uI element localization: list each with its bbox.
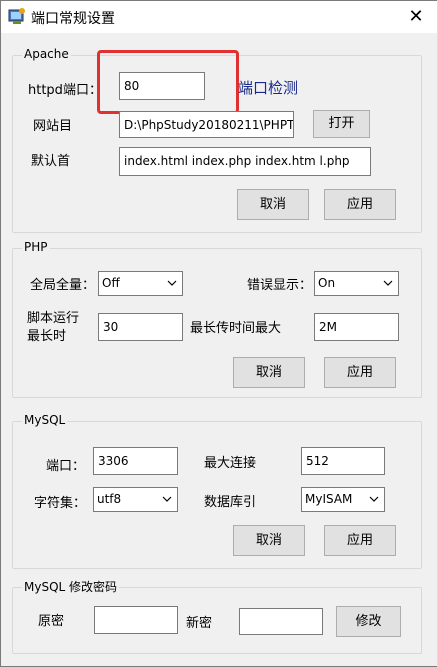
old-password-label: 原密 (38, 614, 65, 629)
modify-password-button[interactable]: 修改 (336, 606, 401, 637)
apache-cancel-button[interactable]: 取消 (237, 189, 309, 220)
mysql-port-input[interactable]: 3306 (93, 447, 178, 475)
global-label: 全局全量： (30, 278, 96, 293)
error-display-select[interactable]: On (314, 271, 399, 296)
upload-max-input[interactable]: 2M (314, 313, 399, 341)
mysql-cancel-button[interactable]: 取消 (233, 525, 305, 556)
max-exec-label-line1: 脚本运行 (27, 311, 80, 326)
global-value: Off (102, 276, 120, 290)
max-conn-input[interactable]: 512 (301, 447, 385, 475)
php-legend: PHP (22, 240, 50, 254)
default-index-label: 默认首 (31, 154, 71, 169)
close-icon[interactable]: ✕ (395, 1, 437, 32)
mysql-legend: MySQL (22, 413, 68, 427)
new-password-input[interactable] (239, 608, 323, 635)
apache-apply-button[interactable]: 应用 (324, 189, 396, 220)
site-dir-label: 网站目 (33, 119, 73, 134)
open-button[interactable]: 打开 (313, 110, 370, 138)
site-dir-input[interactable]: D:\PhpStudy20180211\PHPTu (119, 111, 294, 138)
chevron-down-icon (162, 496, 172, 502)
httpd-port-label: httpd端口： (28, 83, 102, 98)
charset-value: utf8 (97, 492, 122, 506)
max-exec-input[interactable]: 30 (98, 313, 183, 341)
apache-legend: Apache (22, 47, 71, 61)
mysql-apply-button[interactable]: 应用 (324, 525, 396, 556)
php-apply-button[interactable]: 应用 (324, 357, 396, 388)
upload-max-label: 最长传时间最大 (190, 321, 282, 336)
default-index-input[interactable]: index.html index.php index.htm l.php (119, 147, 371, 176)
engine-value: MyISAM (305, 492, 353, 506)
engine-label: 数据库引 (204, 495, 257, 510)
old-password-input[interactable] (94, 606, 178, 634)
charset-label: 字符集： (34, 496, 87, 511)
window-title: 端口常规设置 (31, 11, 115, 27)
highlight-box (97, 50, 239, 114)
max-exec-label-line2: 最长时 (27, 329, 67, 344)
global-select[interactable]: Off (98, 271, 183, 296)
port-check-link[interactable]: 端口检测 (238, 77, 298, 98)
new-password-label: 新密 (186, 616, 213, 631)
max-conn-label: 最大连接 (204, 456, 257, 471)
mysql-port-label: 端口： (46, 459, 86, 474)
app-icon (8, 8, 25, 24)
chevron-down-icon (167, 280, 177, 286)
charset-select[interactable]: utf8 (93, 487, 178, 512)
error-display-label: 错误显示： (247, 278, 313, 293)
engine-select[interactable]: MyISAM (301, 487, 385, 512)
chevron-down-icon (369, 496, 379, 502)
php-cancel-button[interactable]: 取消 (233, 357, 305, 388)
chevron-down-icon (383, 280, 393, 286)
mysql-password-legend: MySQL 修改密码 (22, 578, 120, 595)
error-display-value: On (318, 276, 336, 290)
